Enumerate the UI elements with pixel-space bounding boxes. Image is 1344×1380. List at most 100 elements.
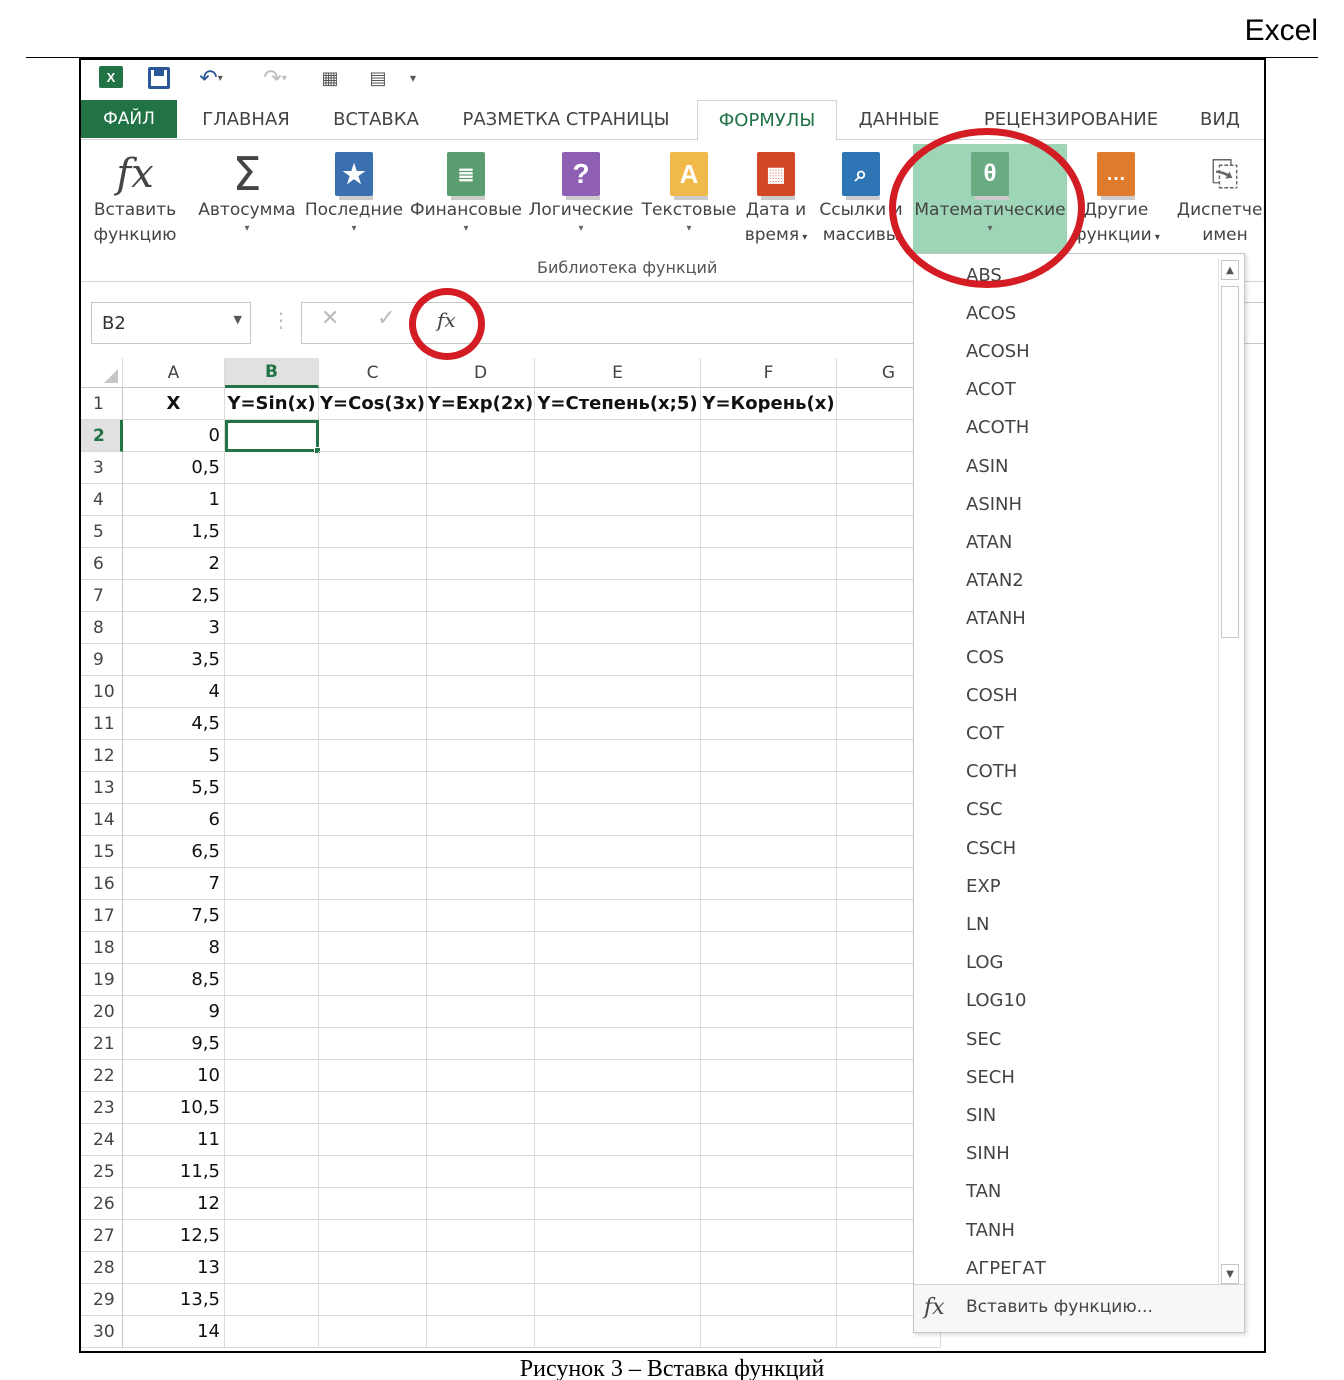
cell[interactable] bbox=[225, 772, 319, 804]
row-header[interactable]: 1 bbox=[81, 388, 123, 420]
row-header[interactable]: 14 bbox=[81, 804, 123, 836]
cell[interactable] bbox=[427, 900, 535, 932]
tab-page-layout[interactable]: РАЗМЕТКА СТРАНИЦЫ bbox=[451, 100, 681, 138]
function-menu-item[interactable]: TANH bbox=[966, 1211, 1015, 1249]
cell[interactable] bbox=[535, 1188, 701, 1220]
text-button[interactable]: A Текстовые ▾ bbox=[639, 144, 739, 254]
enter-check-icon[interactable]: ✓ bbox=[377, 306, 395, 331]
cell[interactable] bbox=[701, 772, 837, 804]
cell[interactable] bbox=[427, 1316, 535, 1348]
cell[interactable] bbox=[427, 964, 535, 996]
cell[interactable] bbox=[319, 484, 427, 516]
cell[interactable] bbox=[319, 580, 427, 612]
cell[interactable] bbox=[535, 420, 701, 452]
x-value-cell[interactable]: 6,5 bbox=[123, 836, 225, 868]
x-value-cell[interactable]: 4 bbox=[123, 676, 225, 708]
x-value-cell[interactable]: 11 bbox=[123, 1124, 225, 1156]
tab-review[interactable]: РЕЦЕНЗИРОВАНИЕ bbox=[971, 100, 1171, 138]
cell[interactable] bbox=[535, 836, 701, 868]
row-header[interactable]: 5 bbox=[81, 516, 123, 548]
cell[interactable] bbox=[535, 708, 701, 740]
row-header[interactable]: 24 bbox=[81, 1124, 123, 1156]
x-value-cell[interactable]: 0 bbox=[123, 420, 225, 452]
print-preview-icon[interactable]: ▦ bbox=[317, 66, 343, 90]
cell[interactable] bbox=[701, 1156, 837, 1188]
cell[interactable] bbox=[701, 740, 837, 772]
active-cell[interactable] bbox=[225, 420, 319, 452]
x-value-cell[interactable]: 5,5 bbox=[123, 772, 225, 804]
cell[interactable] bbox=[427, 420, 535, 452]
cell[interactable] bbox=[225, 548, 319, 580]
cell[interactable] bbox=[225, 612, 319, 644]
more-functions-button[interactable]: … Другие функции ▾ bbox=[1071, 144, 1161, 254]
function-menu-item[interactable]: SIN bbox=[966, 1096, 996, 1134]
scroll-thumb[interactable] bbox=[1221, 286, 1239, 638]
tab-data[interactable]: ДАННЫЕ bbox=[851, 100, 947, 138]
function-menu-item[interactable]: ACOSH bbox=[966, 332, 1030, 370]
cell[interactable] bbox=[427, 772, 535, 804]
cell[interactable] bbox=[225, 1124, 319, 1156]
cell[interactable] bbox=[319, 740, 427, 772]
cell[interactable] bbox=[225, 644, 319, 676]
x-value-cell[interactable]: 5 bbox=[123, 740, 225, 772]
x-value-cell[interactable]: 10,5 bbox=[123, 1092, 225, 1124]
cell[interactable] bbox=[427, 1092, 535, 1124]
cell[interactable] bbox=[701, 1316, 837, 1348]
x-value-cell[interactable]: 14 bbox=[123, 1316, 225, 1348]
cell[interactable] bbox=[427, 1188, 535, 1220]
cell[interactable] bbox=[319, 1028, 427, 1060]
row-header[interactable]: 13 bbox=[81, 772, 123, 804]
function-menu-item[interactable]: ABS bbox=[966, 256, 1002, 294]
cell[interactable] bbox=[535, 1220, 701, 1252]
cell[interactable] bbox=[225, 836, 319, 868]
cell[interactable] bbox=[319, 1316, 427, 1348]
row-header[interactable]: 26 bbox=[81, 1188, 123, 1220]
customize-qat-icon[interactable]: ▾ bbox=[405, 66, 421, 90]
cell[interactable] bbox=[225, 516, 319, 548]
cell[interactable] bbox=[225, 804, 319, 836]
row-header[interactable]: 17 bbox=[81, 900, 123, 932]
cell[interactable] bbox=[225, 964, 319, 996]
cell[interactable] bbox=[535, 484, 701, 516]
cell[interactable] bbox=[427, 644, 535, 676]
header-cell[interactable]: Y=Exp(2x) bbox=[427, 388, 535, 420]
insert-function-fx-icon[interactable]: fx bbox=[437, 308, 456, 332]
function-menu-item[interactable]: ACOTH bbox=[966, 409, 1029, 447]
cell[interactable] bbox=[701, 548, 837, 580]
cell[interactable] bbox=[535, 516, 701, 548]
function-menu-item[interactable]: COSH bbox=[966, 676, 1018, 714]
cell[interactable] bbox=[535, 548, 701, 580]
cell[interactable] bbox=[535, 1284, 701, 1316]
x-value-cell[interactable]: 13 bbox=[123, 1252, 225, 1284]
save-icon[interactable] bbox=[147, 66, 171, 90]
cell[interactable] bbox=[225, 452, 319, 484]
cell[interactable] bbox=[427, 708, 535, 740]
cell[interactable] bbox=[535, 772, 701, 804]
cell[interactable] bbox=[701, 1220, 837, 1252]
header-cell[interactable]: Y=Cos(3x) bbox=[319, 388, 427, 420]
function-menu-item[interactable]: LOG bbox=[966, 944, 1004, 982]
function-menu-item[interactable]: LN bbox=[966, 905, 990, 943]
cell[interactable] bbox=[535, 580, 701, 612]
insert-function-menu-item[interactable]: fx Вставить функцию... bbox=[914, 1284, 1244, 1332]
cell[interactable] bbox=[225, 1284, 319, 1316]
tab-file[interactable]: ФАЙЛ bbox=[81, 100, 177, 138]
function-menu-item[interactable]: SECH bbox=[966, 1058, 1015, 1096]
cell[interactable] bbox=[535, 740, 701, 772]
cell[interactable] bbox=[427, 1220, 535, 1252]
function-menu-item[interactable]: CSCH bbox=[966, 829, 1016, 867]
x-value-cell[interactable]: 3 bbox=[123, 612, 225, 644]
cell[interactable] bbox=[701, 1092, 837, 1124]
cell[interactable] bbox=[319, 644, 427, 676]
column-header-c[interactable]: C bbox=[319, 358, 427, 388]
cell[interactable] bbox=[319, 1284, 427, 1316]
cell[interactable] bbox=[701, 1028, 837, 1060]
cell[interactable] bbox=[535, 868, 701, 900]
cell[interactable] bbox=[427, 1124, 535, 1156]
row-header[interactable]: 6 bbox=[81, 548, 123, 580]
row-header[interactable]: 7 bbox=[81, 580, 123, 612]
cell[interactable] bbox=[319, 516, 427, 548]
cell[interactable] bbox=[225, 932, 319, 964]
cell[interactable] bbox=[427, 740, 535, 772]
x-value-cell[interactable]: 12,5 bbox=[123, 1220, 225, 1252]
